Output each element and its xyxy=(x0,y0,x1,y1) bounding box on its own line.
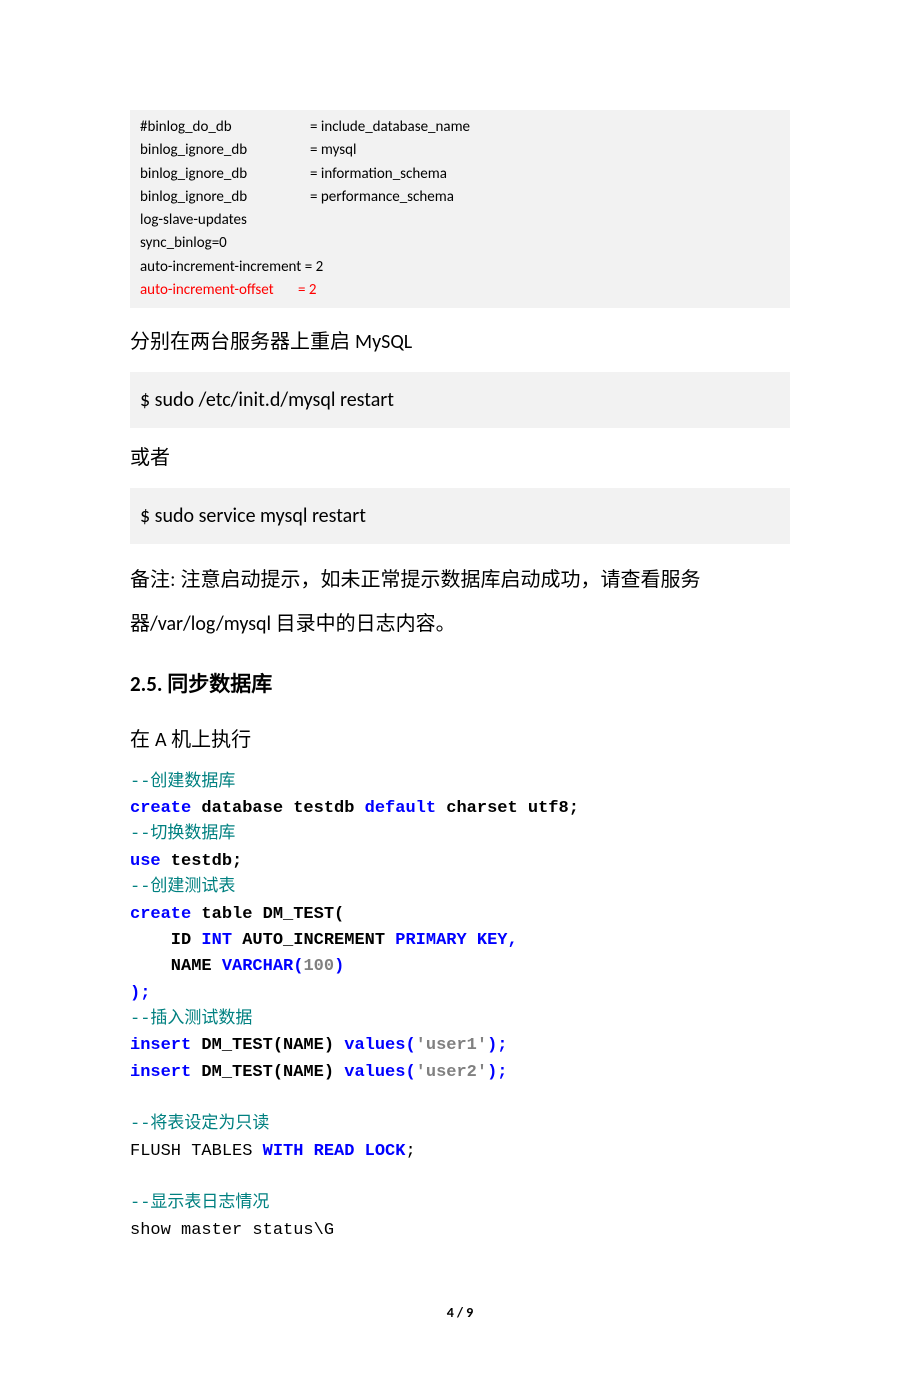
config-line-3: binlog_ignore_db= information_schema xyxy=(140,163,780,186)
paragraph-restart: 分别在两台服务器上重启 MySQL xyxy=(130,322,790,362)
config-line-8: auto-increment-offset= 2 xyxy=(140,279,780,302)
config-line-2: binlog_ignore_db= mysql xyxy=(140,139,780,162)
command-box-2: $ sudo service mysql restart xyxy=(130,488,790,544)
sql-code-block: --创建数据库 create database testdb default c… xyxy=(130,770,790,1244)
config-block: #binlog_do_db= include_database_name bin… xyxy=(130,110,790,308)
section-heading-2-5: 2.5. 同步数据库 xyxy=(130,666,790,704)
code-line xyxy=(130,1165,790,1191)
code-line: use testdb; xyxy=(130,849,790,875)
config-line-1: #binlog_do_db= include_database_name xyxy=(140,116,780,139)
paragraph-or: 或者 xyxy=(130,438,790,478)
code-line: insert DM_TEST(NAME) values('user1'); xyxy=(130,1033,790,1059)
code-line xyxy=(130,1086,790,1112)
code-line: create table DM_TEST( xyxy=(130,902,790,928)
code-line: FLUSH TABLES WITH READ LOCK; xyxy=(130,1139,790,1165)
config-line-5: log-slave-updates xyxy=(140,209,780,232)
paragraph-exec-on-a: 在 A 机上执行 xyxy=(130,720,790,760)
code-line: --插入测试数据 xyxy=(130,1007,790,1033)
code-line: NAME VARCHAR(100) xyxy=(130,954,790,980)
code-line: show master status\G xyxy=(130,1218,790,1244)
config-line-7: auto-increment-increment = 2 xyxy=(140,256,780,279)
note-paragraph: 备注: 注意启动提示，如未正常提示数据库启动成功，请查看服务器/var/log/… xyxy=(130,558,790,646)
code-line: --将表设定为只读 xyxy=(130,1112,790,1138)
code-line: --切换数据库 xyxy=(130,822,790,848)
page-number-footer: 4 / 9 xyxy=(130,1300,790,1325)
code-line: create database testdb default charset u… xyxy=(130,796,790,822)
code-line: insert DM_TEST(NAME) values('user2'); xyxy=(130,1060,790,1086)
config-line-4: binlog_ignore_db= performance_schema xyxy=(140,186,780,209)
code-line: --创建数据库 xyxy=(130,770,790,796)
code-line: --显示表日志情况 xyxy=(130,1191,790,1217)
config-line-6: sync_binlog=0 xyxy=(140,232,780,255)
command-box-1: $ sudo /etc/init.d/mysql restart xyxy=(130,372,790,428)
code-line: ); xyxy=(130,981,790,1007)
code-line: ID INT AUTO_INCREMENT PRIMARY KEY, xyxy=(130,928,790,954)
code-line: --创建测试表 xyxy=(130,875,790,901)
